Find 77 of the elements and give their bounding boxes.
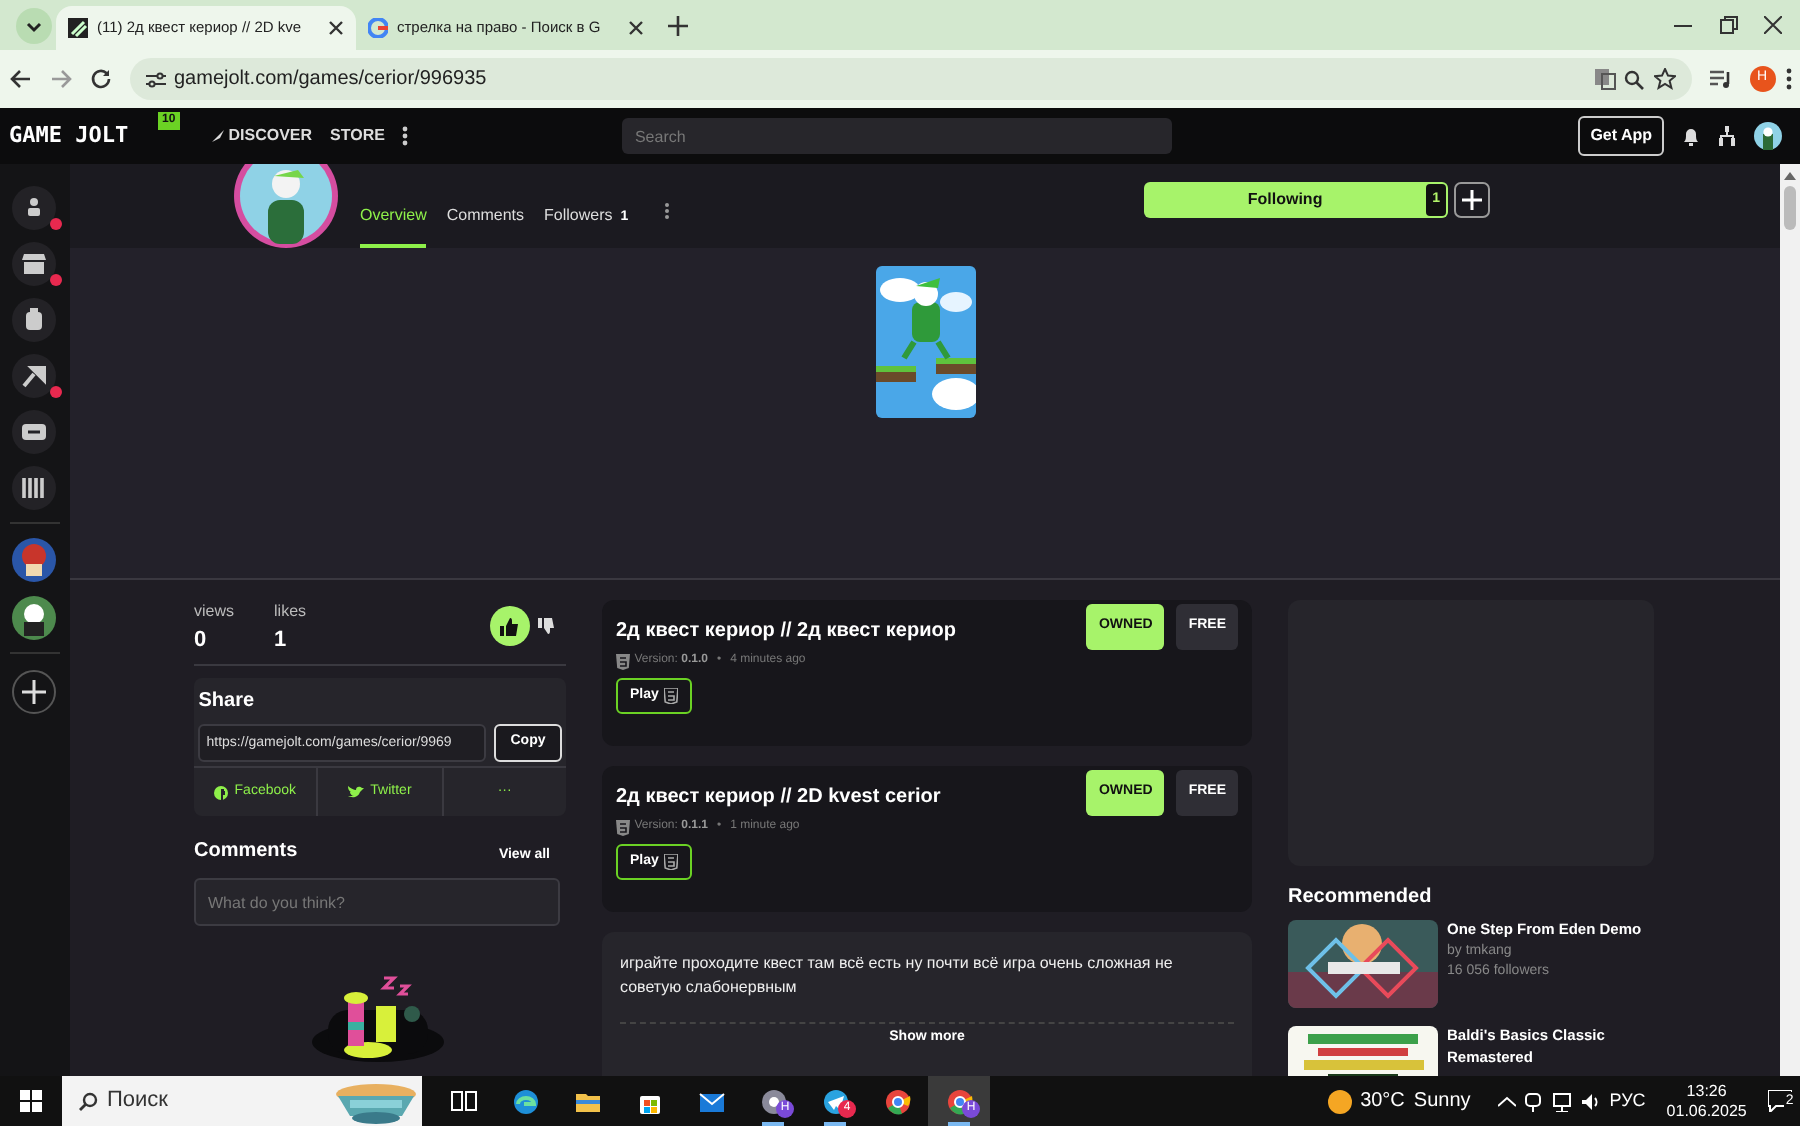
tab-search-icon[interactable] [16,8,52,44]
scroll-up-icon [1784,172,1796,180]
stat-value: 1 [274,626,289,656]
restore-icon[interactable] [1719,16,1737,34]
backpack-icon[interactable] [20,305,48,333]
dislike-icon[interactable] [538,618,554,634]
community-avatar[interactable] [12,537,56,581]
facebook-icon [214,785,229,800]
user-avatar[interactable] [1754,122,1782,150]
volume-icon[interactable] [1580,1091,1601,1111]
scrollbar-thumb[interactable] [1784,186,1796,230]
nav-link[interactable]: STORE [330,124,385,148]
build-title: 2д квест кериор // 2д квест кериор [616,618,958,646]
favicon-icon [68,18,88,38]
close-icon[interactable] [328,20,344,36]
get-app-button[interactable]: Get App [1578,116,1664,156]
reload-icon[interactable] [89,68,111,90]
build-title: 2д квест кериор // 2D kvest cerior [616,784,943,812]
recommended-heading: Recommended [1288,884,1434,912]
thumbs-up-icon [500,617,518,635]
search-icon [78,1091,98,1111]
site-settings-icon[interactable] [145,69,165,89]
html5-icon [616,653,630,669]
weather-condition: Sunny [1413,1088,1471,1116]
weather-temperature: 30°C [1360,1088,1405,1116]
windows-start-icon[interactable] [20,1090,42,1112]
logo[interactable]: GAME JOLT [9,119,129,153]
clock-date[interactable]: 01.06.2025 [1666,1101,1747,1121]
mail-icon [697,1087,725,1115]
search-field[interactable]: Search [622,118,1173,154]
translate-icon[interactable] [1593,68,1615,90]
plus-icon[interactable] [1454,182,1490,218]
back-icon[interactable] [9,68,31,90]
more-icon[interactable] [402,126,409,146]
description-text: играйте проходите квест там всё есть ну почти всё игра очень сложная не советую слабонервным [620,952,1175,999]
profile-tab[interactable]: Comments [446,204,525,248]
menu-icon[interactable] [1785,68,1791,90]
task-view-icon [449,1087,477,1115]
community-avatar[interactable] [12,595,56,639]
network-icon[interactable] [1551,1091,1572,1111]
webcam-icon[interactable] [1524,1091,1543,1111]
bell-icon[interactable] [1682,126,1700,146]
taskbar-search[interactable]: Поиск [62,1076,422,1126]
comments-heading: Comments [194,838,298,867]
library-icon[interactable] [20,473,48,501]
html5-icon [664,854,679,870]
forward-icon[interactable] [49,68,71,90]
share-heading: Share [196,688,257,716]
stat-label: likes [274,600,307,624]
bookmark-star-icon[interactable] [1653,68,1675,90]
close-icon[interactable] [628,20,644,36]
message-icon [1767,1090,1792,1112]
clock-time[interactable]: 13:26 [1686,1081,1727,1101]
store-icon[interactable] [20,249,48,277]
compass-icon [212,130,224,142]
new-tab-icon[interactable] [668,16,688,36]
close-icon[interactable] [1764,16,1782,34]
add-icon[interactable] [12,669,56,713]
stat-value: 0 [194,626,209,656]
more-icon[interactable] [664,202,671,220]
browser-icon [883,1087,911,1115]
chevron-up-icon[interactable] [1497,1095,1516,1107]
scrollbar[interactable] [1780,164,1800,1076]
google-icon [368,18,388,38]
like-button[interactable] [489,606,529,646]
language-indicator[interactable]: РУС [1609,1087,1646,1115]
address-bar[interactable]: gamejolt.com/games/cerior/996935 [129,58,1691,100]
bird-icon [348,785,365,800]
html5-icon [664,688,679,704]
media-control-icon[interactable] [1709,68,1731,90]
html5-icon [616,819,630,835]
nav-link[interactable]: DISCOVER [212,124,313,148]
sun-icon [1327,1089,1352,1113]
comment-field[interactable]: What do you think? [194,878,560,927]
zoom-icon[interactable] [1624,69,1644,89]
browser-icon [511,1087,539,1115]
stat-label: views [194,600,235,624]
